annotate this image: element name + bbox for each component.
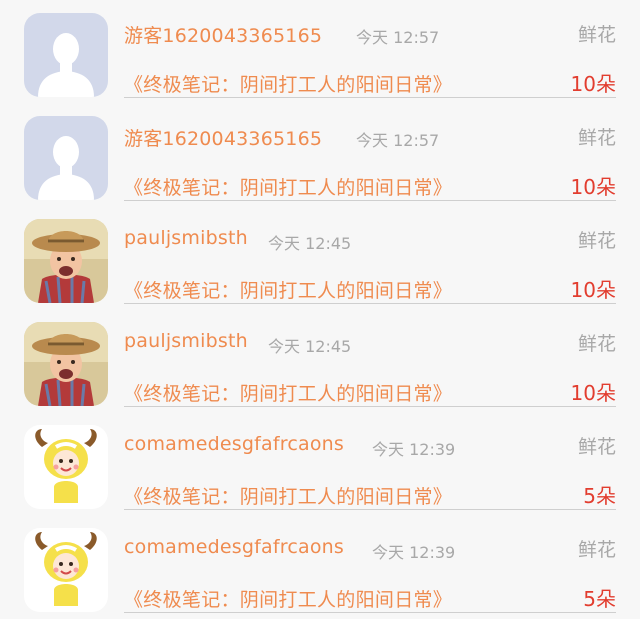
timestamp: 今天 12:57: [356, 28, 440, 47]
default-avatar-icon[interactable]: [24, 116, 108, 200]
divider: [124, 406, 616, 407]
book-title-link[interactable]: 《终极笔记：阴间打工人的阳间日常》: [124, 173, 452, 200]
gift-type: 鲜花: [577, 24, 616, 46]
timestamp: 今天 12:39: [372, 440, 456, 459]
gift-type: 鲜花: [577, 230, 616, 252]
username[interactable]: pauljsmibsth: [124, 330, 248, 352]
gift-type: 鲜花: [577, 539, 616, 561]
book-title-link[interactable]: 《终极笔记：阴间打工人的阳间日常》: [124, 276, 452, 303]
divider: [124, 303, 616, 304]
timestamp: 今天 12:45: [268, 234, 352, 253]
cartoon-goat-avatar[interactable]: [24, 528, 108, 612]
timestamp: 今天 12:39: [372, 543, 456, 562]
gift-count: 10朵: [570, 381, 616, 405]
default-avatar-icon[interactable]: [24, 13, 108, 97]
list-item[interactable]: 游客1620043365165 今天 12:57 鲜花 《终极笔记：阴间打工人的…: [0, 0, 640, 103]
gift-count: 10朵: [570, 278, 616, 302]
list-item[interactable]: comamedesgfafrcaons 今天 12:39 鲜花 《终极笔记：阴间…: [0, 515, 640, 618]
divider: [124, 612, 616, 613]
book-title-link[interactable]: 《终极笔记：阴间打工人的阳间日常》: [124, 70, 452, 97]
list-item[interactable]: pauljsmibsth 今天 12:45 鲜花 《终极笔记：阴间打工人的阳间日…: [0, 309, 640, 412]
gift-count: 10朵: [570, 175, 616, 199]
username[interactable]: 游客1620043365165: [124, 21, 322, 48]
gift-type: 鲜花: [577, 436, 616, 458]
gift-count: 10朵: [570, 72, 616, 96]
cartoon-goat-avatar[interactable]: [24, 425, 108, 509]
timestamp: 今天 12:45: [268, 337, 352, 356]
timestamp: 今天 12:57: [356, 131, 440, 150]
divider: [124, 509, 616, 510]
gift-record-list: 游客1620043365165 今天 12:57 鲜花 《终极笔记：阴间打工人的…: [0, 0, 640, 619]
gift-type: 鲜花: [577, 127, 616, 149]
list-item[interactable]: comamedesgfafrcaons 今天 12:39 鲜花 《终极笔记：阴间…: [0, 412, 640, 515]
list-item[interactable]: pauljsmibsth 今天 12:45 鲜花 《终极笔记：阴间打工人的阳间日…: [0, 206, 640, 309]
gift-count: 5朵: [583, 484, 616, 508]
book-title-link[interactable]: 《终极笔记：阴间打工人的阳间日常》: [124, 379, 452, 406]
child-cowboy-hat-avatar[interactable]: [24, 219, 108, 303]
child-cowboy-hat-avatar[interactable]: [24, 322, 108, 406]
divider: [124, 97, 616, 98]
book-title-link[interactable]: 《终极笔记：阴间打工人的阳间日常》: [124, 585, 452, 612]
gift-type: 鲜花: [577, 333, 616, 355]
username[interactable]: comamedesgfafrcaons: [124, 536, 344, 558]
username[interactable]: comamedesgfafrcaons: [124, 433, 344, 455]
list-item[interactable]: 游客1620043365165 今天 12:57 鲜花 《终极笔记：阴间打工人的…: [0, 103, 640, 206]
username[interactable]: pauljsmibsth: [124, 227, 248, 249]
book-title-link[interactable]: 《终极笔记：阴间打工人的阳间日常》: [124, 482, 452, 509]
gift-count: 5朵: [583, 587, 616, 611]
divider: [124, 200, 616, 201]
username[interactable]: 游客1620043365165: [124, 124, 322, 151]
